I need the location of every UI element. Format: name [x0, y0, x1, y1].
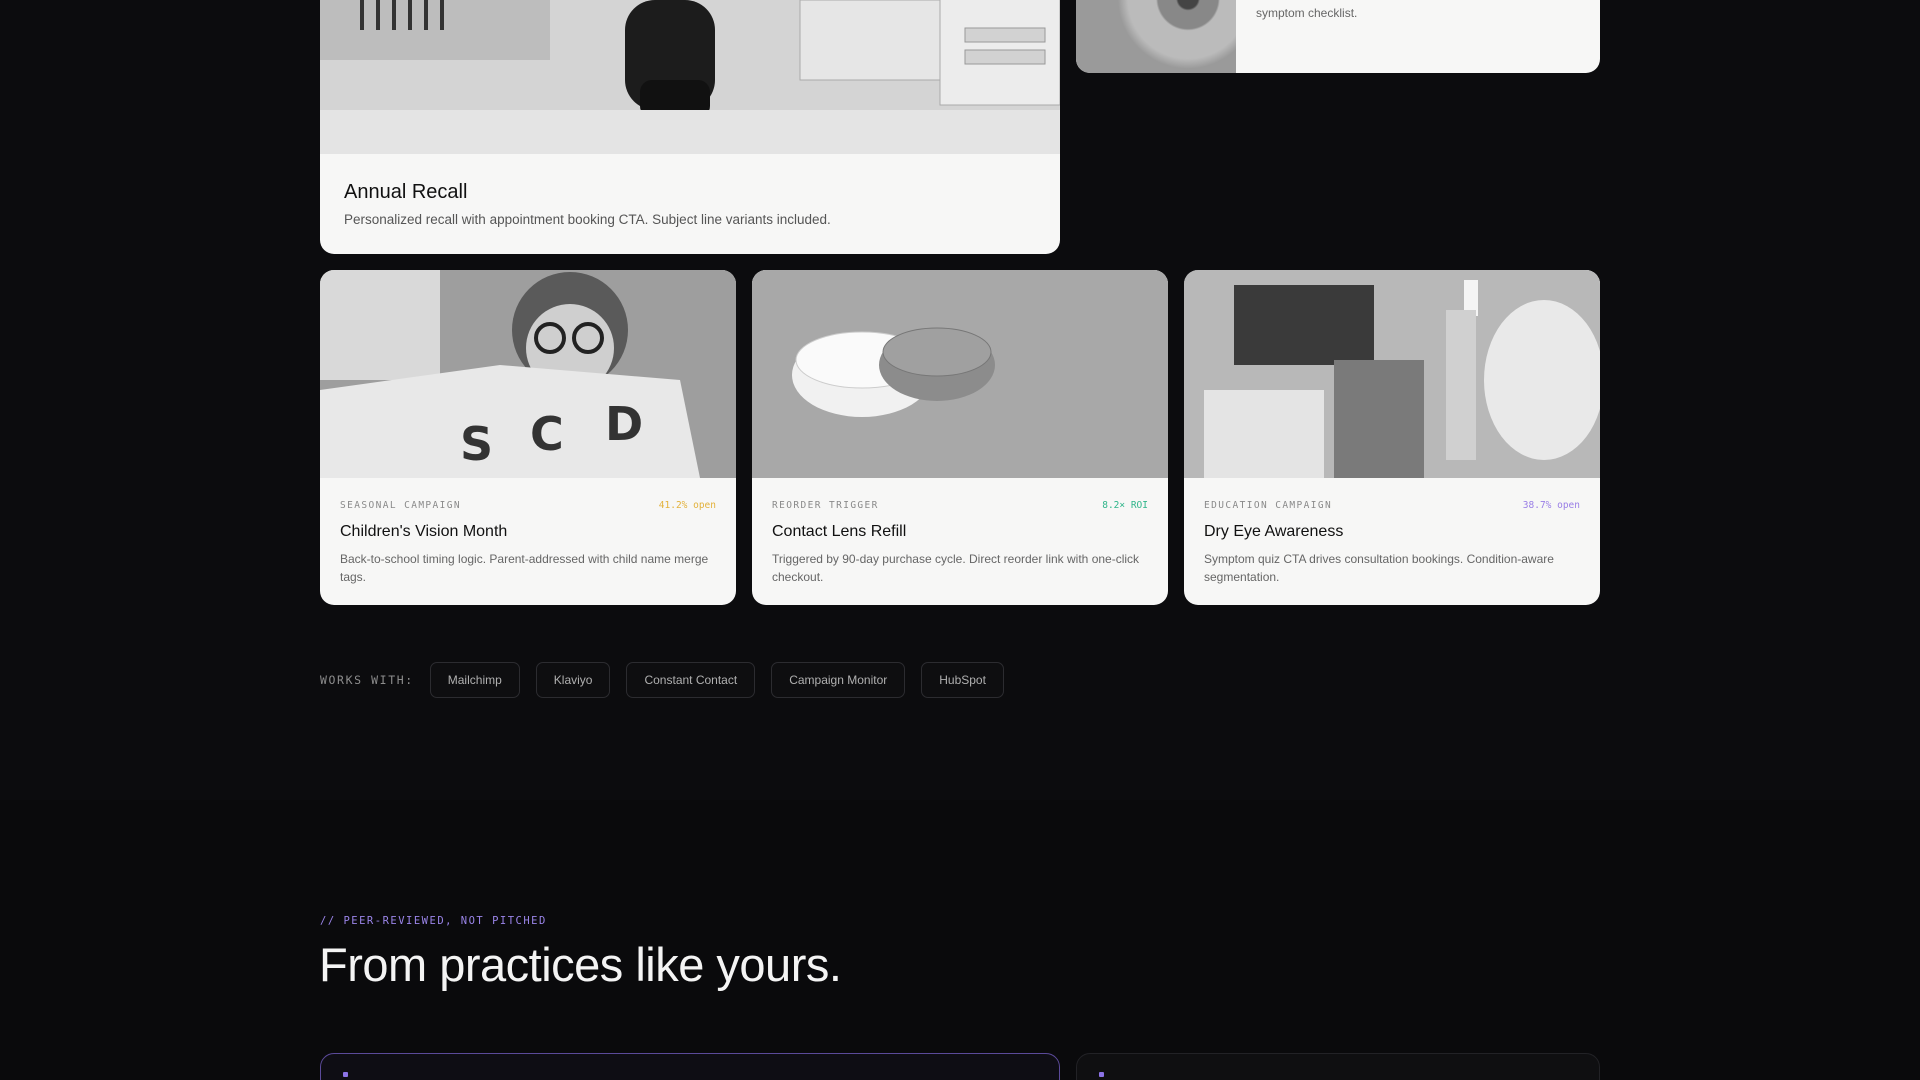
section-headline: From practices like yours. [319, 938, 842, 991]
card-title: Dry Eye Awareness [1204, 523, 1344, 540]
template-card-contact-lens[interactable]: REORDER TRIGGER 8.2× ROI Contact Lens Re… [752, 270, 1168, 605]
integration-chip-mailchimp[interactable]: Mailchimp [429, 662, 520, 698]
campaign-metric: 38.7% open [1522, 500, 1580, 511]
template-card-eye[interactable]: symptom checklist. [1076, 0, 1600, 73]
section-kicker: // PEER-REVIEWED, NOT PITCHED [320, 915, 547, 927]
campaign-metric: 8.2× ROI [1102, 500, 1148, 511]
template-card-childrens-vision[interactable]: S C D SEASONAL CAMPAIGN 41.2% open Child… [320, 270, 736, 605]
child-reading-illustration: S C D [320, 270, 736, 478]
card-description: Symptom quiz CTA drives consultation boo… [1204, 552, 1554, 584]
lens-case-image [752, 270, 1168, 478]
svg-text:D: D [605, 397, 643, 451]
svg-text:S: S [460, 417, 493, 471]
card-description: Triggered by 90-day purchase cycle. Dire… [772, 552, 1140, 584]
card-title: Children's Vision Month [340, 523, 508, 540]
card-description: Back-to-school timing logic. Parent-addr… [340, 552, 709, 584]
testimonials-section [0, 800, 1920, 1080]
eye-drops-illustration [1184, 270, 1600, 478]
integrations-label: WORKS WITH: [320, 673, 414, 687]
card-description: symptom checklist. [1256, 6, 1358, 20]
integrations-row: WORKS WITH: Mailchimp Klaviyo Constant C… [320, 662, 1020, 698]
template-card-dry-eye[interactable]: EDUCATION CAMPAIGN 38.7% open Dry Eye Aw… [1184, 270, 1600, 605]
integration-chip-constant-contact[interactable]: Constant Contact [626, 662, 756, 698]
lens-case-illustration [752, 270, 1168, 478]
integration-chip-campaign-monitor[interactable]: Campaign Monitor [771, 662, 906, 698]
svg-text:C: C [530, 407, 564, 461]
card-description: Personalized recall with appointment boo… [344, 212, 831, 227]
integration-chip-hubspot[interactable]: HubSpot [921, 662, 1004, 698]
quote-icon [343, 1072, 348, 1077]
exam-room-illustration [320, 0, 1060, 154]
eye-closeup-image [1076, 0, 1236, 73]
testimonial-card [320, 1053, 1060, 1080]
exam-room-image [320, 0, 1060, 154]
quote-icon [1099, 1072, 1104, 1077]
integration-chip-klaviyo[interactable]: Klaviyo [535, 662, 611, 698]
campaign-metric: 41.2% open [658, 500, 716, 511]
card-title: Annual Recall [344, 181, 468, 203]
child-reading-image: S C D [320, 270, 736, 478]
campaign-category: REORDER TRIGGER [772, 500, 879, 511]
template-card-annual-recall[interactable]: Annual Recall Personalized recall with a… [320, 0, 1060, 254]
campaign-category: SEASONAL CAMPAIGN [340, 500, 462, 511]
templates-section: Annual Recall Personalized recall with a… [0, 0, 1920, 800]
card-title: Contact Lens Refill [772, 523, 907, 540]
campaign-category: EDUCATION CAMPAIGN [1204, 500, 1333, 511]
testimonial-card [1076, 1053, 1600, 1080]
eye-drops-image [1184, 270, 1600, 478]
